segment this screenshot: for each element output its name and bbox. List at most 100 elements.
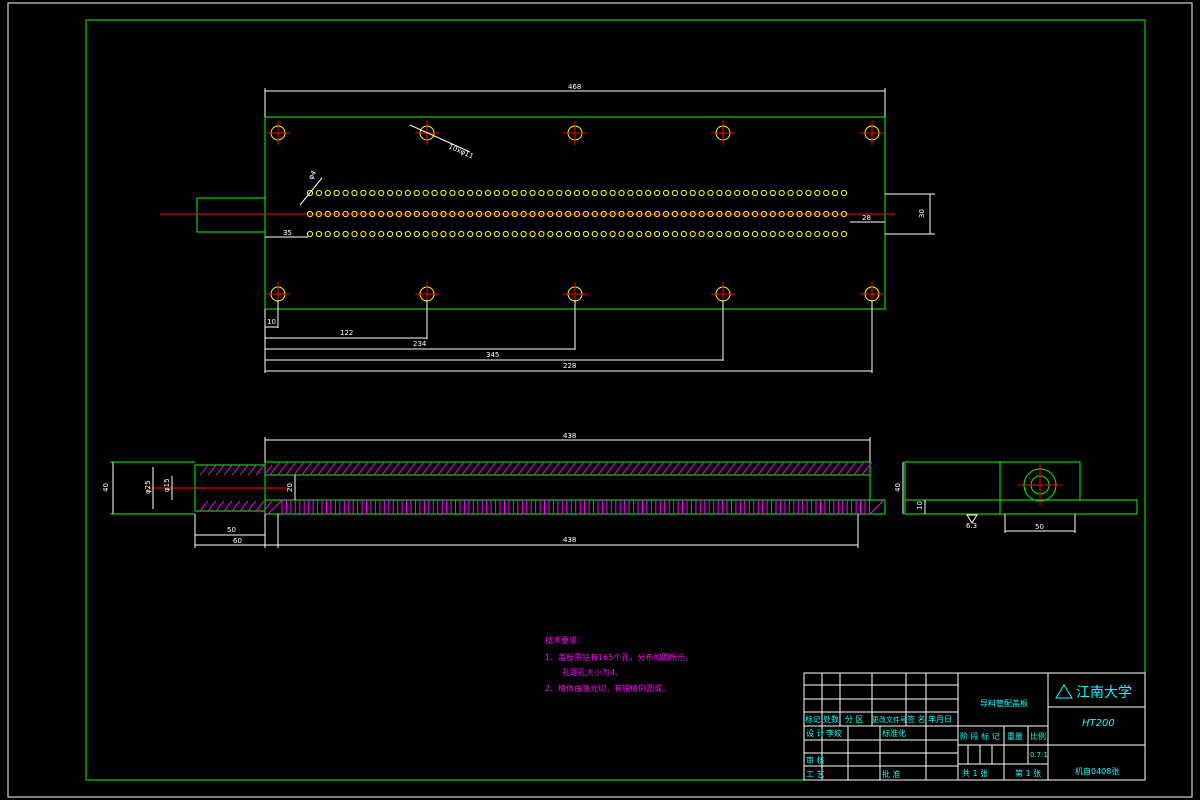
- hatch-line: [239, 500, 249, 512]
- hdr-date: 年月日: [928, 714, 952, 724]
- inner-sheet-border: [85, 19, 1146, 781]
- design-label: 设 计: [806, 728, 825, 738]
- perforation-hole: [529, 189, 536, 197]
- hatch-line: [397, 461, 409, 476]
- perforation-hole: [493, 189, 500, 197]
- hatch-line: [781, 461, 793, 476]
- perforation-hole: [315, 189, 322, 197]
- university-name: 江南大学: [1076, 685, 1132, 701]
- perforation-hole: [413, 230, 420, 238]
- perforation-hole: [725, 189, 732, 197]
- hatch-line: [349, 461, 361, 476]
- hatch-line: [629, 461, 641, 476]
- side-view: 40 10 50 6.3: [894, 461, 1138, 533]
- hatch-line: [701, 461, 713, 476]
- perforation-hole: [422, 230, 429, 238]
- perforation-hole: [662, 230, 670, 238]
- perforation-hole: [458, 189, 465, 197]
- perforation-hole: [431, 189, 438, 197]
- hatch-line: [389, 461, 401, 476]
- hdr-zone: 分 区: [845, 715, 864, 724]
- hatch-line: [215, 500, 225, 512]
- dim-side-40: 40: [894, 483, 902, 492]
- perforation-hole: [600, 189, 607, 197]
- perforation-hole: [556, 189, 563, 197]
- perforation-hole: [458, 230, 465, 238]
- perforation-hole: [351, 189, 358, 197]
- perforation-hole: [618, 189, 625, 197]
- drawing-number: 机自0408张: [1075, 766, 1119, 776]
- perforation-hole: [449, 189, 456, 197]
- hatch-line: [207, 464, 217, 476]
- perforation-hole: [538, 189, 545, 197]
- perforation-hole: [832, 230, 839, 238]
- hatch-line: [821, 461, 833, 476]
- hatch-line: [709, 461, 721, 476]
- hatch-line: [773, 461, 785, 476]
- hatch-line: [501, 461, 513, 476]
- title-block: 标记 处数 分 区 更改文件号 签 名 年月日 设 计 李姣 标准化 审 核 工…: [803, 672, 1146, 781]
- hatch-line: [557, 461, 569, 476]
- dim-28: 28: [862, 214, 871, 222]
- perforation-hole: [787, 189, 794, 197]
- hatch-line: [661, 461, 673, 476]
- perforation-hole: [707, 189, 714, 197]
- perforation-hole: [360, 230, 367, 238]
- perforation-hole: [689, 230, 696, 238]
- perforation-hole: [467, 230, 474, 238]
- hatch-line: [207, 500, 217, 512]
- hatch-line: [541, 461, 553, 476]
- hatch-line: [797, 461, 809, 476]
- perforation-hole: [484, 230, 492, 238]
- hatch-line: [277, 461, 289, 476]
- stage-mark-label: 阶 段 标 记: [960, 731, 1000, 741]
- perforation-hole: [805, 189, 812, 197]
- perforation-hole: [734, 230, 741, 238]
- designer-name: 李姣: [826, 728, 842, 738]
- hatch-line: [581, 461, 593, 476]
- perforation-hole: [404, 230, 411, 238]
- perforation-hole: [769, 189, 776, 197]
- perforation-hole: [333, 230, 340, 238]
- hatch-line: [693, 461, 705, 476]
- standardize-label: 标准化: [882, 728, 906, 738]
- hatch-line: [589, 461, 601, 476]
- perforation-hole: [467, 189, 474, 197]
- perforation-hole: [342, 230, 349, 238]
- hatch-line: [357, 461, 369, 476]
- hatch-line: [255, 500, 265, 512]
- hatch-line: [485, 461, 497, 476]
- hatch-line: [565, 461, 577, 476]
- hatch-line: [765, 461, 777, 476]
- hatch-line: [231, 464, 241, 476]
- hatch-line: [413, 461, 425, 476]
- perforation-hole: [618, 230, 625, 238]
- perforation-hole: [565, 230, 572, 238]
- perforation-hole: [787, 230, 794, 238]
- hatch-line: [845, 461, 857, 476]
- perforation-hole: [743, 189, 750, 197]
- hatch-line: [269, 461, 281, 476]
- hatch-line: [613, 461, 625, 476]
- perforation-hole: [716, 230, 723, 238]
- perforation-hole: [502, 230, 509, 238]
- perforation-hole: [440, 230, 447, 238]
- perforation-hole: [591, 230, 598, 238]
- perforation-hole: [823, 189, 830, 197]
- perforation-hole: [671, 230, 679, 238]
- perforation-hole: [645, 189, 652, 197]
- dim-35: 35: [283, 229, 292, 237]
- perforation-hole: [840, 189, 848, 197]
- hatch-line: [517, 461, 529, 476]
- hatch-line: [445, 461, 457, 476]
- hatch-line: [453, 461, 465, 476]
- hatch-line: [461, 461, 473, 476]
- perforation-hole: [743, 230, 750, 238]
- hatch-line: [239, 464, 249, 476]
- hatch-line: [325, 461, 337, 476]
- perforation-hole: [582, 189, 590, 197]
- dim-468: 468: [568, 83, 581, 91]
- scale-value: 0.7:1: [1030, 751, 1048, 759]
- dim-len-60: 60: [233, 537, 242, 545]
- perforation-hole: [591, 189, 598, 197]
